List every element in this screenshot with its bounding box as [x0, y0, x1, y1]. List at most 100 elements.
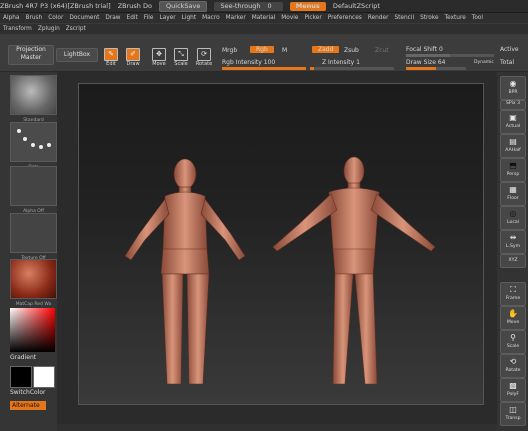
- rotate-button[interactable]: ⟳ Rotate: [195, 47, 213, 69]
- primary-color-swatch[interactable]: [10, 366, 32, 388]
- lsym-button[interactable]: ⇹ L.Sym: [500, 230, 526, 254]
- aahalf-button[interactable]: ▤ AAHalf: [500, 134, 526, 158]
- transp-button[interactable]: ◫ Transp: [500, 402, 526, 426]
- z-intensity-label: Z Intensity: [322, 59, 355, 66]
- menus-button[interactable]: Menus: [289, 2, 326, 11]
- move-label: Move: [152, 61, 166, 67]
- rgb-intensity-fill: [222, 67, 306, 70]
- floor-label: Floor: [507, 196, 519, 201]
- draw-size-track[interactable]: [406, 67, 466, 70]
- bpr-icon: ◉: [509, 79, 517, 88]
- rgb-intensity-track[interactable]: [222, 67, 306, 70]
- polyf-button[interactable]: ▩ PolyF: [500, 378, 526, 402]
- menu-tool[interactable]: Tool: [472, 15, 483, 21]
- floor-button[interactable]: ▦ Floor: [500, 182, 526, 206]
- frame-button[interactable]: ⛶ Frame: [500, 282, 526, 306]
- menu-file[interactable]: File: [144, 15, 154, 21]
- material-label: MatCap Red Wa: [15, 302, 52, 307]
- menu-draw[interactable]: Draw: [105, 15, 120, 21]
- move-view-button[interactable]: ✋ Move: [500, 306, 526, 330]
- menu-texture[interactable]: Texture: [445, 15, 466, 21]
- projection-master-button[interactable]: Projection Master: [8, 45, 54, 65]
- color-picker[interactable]: [10, 308, 55, 352]
- dynamic-button[interactable]: Dynamic: [474, 60, 494, 65]
- menu-transform[interactable]: Transform: [3, 26, 32, 32]
- z-intensity-value: 1: [356, 59, 360, 66]
- transp-label: Transp: [505, 416, 521, 421]
- menu-movie[interactable]: Movie: [281, 15, 298, 21]
- z-intensity-track[interactable]: [310, 67, 394, 70]
- menu-zplugin[interactable]: Zplugin: [38, 26, 60, 32]
- rotate-view-button[interactable]: ⟲ Rotate: [500, 354, 526, 378]
- spix-label: SPix: [506, 101, 516, 106]
- m-button[interactable]: M: [282, 47, 287, 54]
- secondary-color-swatch[interactable]: [33, 366, 55, 388]
- edit-label: Edit: [106, 61, 116, 67]
- local-button[interactable]: ◎ Local: [500, 206, 526, 230]
- menu-brush[interactable]: Brush: [25, 15, 42, 21]
- xyz-button[interactable]: XYZ: [500, 254, 526, 268]
- quicksave-button[interactable]: QuickSave: [159, 1, 208, 12]
- aahalf-icon: ▤: [509, 137, 517, 146]
- persp-button[interactable]: ⬒ Persp: [500, 158, 526, 182]
- draw-size-fill: [406, 67, 436, 70]
- default-script-button[interactable]: DefaultZScript: [333, 2, 380, 10]
- local-label: Local: [507, 220, 519, 225]
- dots-stroke-icon: [17, 129, 51, 149]
- menu-edit[interactable]: Edit: [127, 15, 138, 21]
- draw-button[interactable]: ✐ Draw: [124, 47, 142, 69]
- figure-models: [124, 156, 436, 385]
- menu-macro[interactable]: Macro: [202, 15, 220, 21]
- menu-light[interactable]: Light: [182, 15, 196, 21]
- rgb-button[interactable]: Rgb: [250, 46, 274, 53]
- brush-thumbnail[interactable]: Standard: [10, 75, 57, 123]
- menu-marker[interactable]: Marker: [226, 15, 246, 21]
- stroke-thumbnail[interactable]: Dots: [10, 122, 57, 170]
- see-through-slider[interactable]: See-through 0: [214, 2, 283, 11]
- rotate-view-label: Rotate: [505, 368, 521, 373]
- gradient-label[interactable]: Gradient: [10, 354, 55, 362]
- menu-alpha[interactable]: Alpha: [3, 15, 19, 21]
- menu-stroke[interactable]: Stroke: [420, 15, 438, 21]
- actual-label: Actual: [505, 124, 521, 129]
- menu-layer[interactable]: Layer: [159, 15, 175, 21]
- spix-slider[interactable]: SPix 3: [500, 100, 526, 110]
- scale-view-button[interactable]: ⚲ Scale: [500, 330, 526, 354]
- menu-document[interactable]: Document: [69, 15, 99, 21]
- menu-preferences[interactable]: Preferences: [328, 15, 362, 21]
- menu-zscript[interactable]: Zscript: [66, 26, 86, 32]
- menu-stencil[interactable]: Stencil: [394, 15, 414, 21]
- scale-button[interactable]: ⤡ Scale: [172, 47, 190, 69]
- alternate-button[interactable]: Alternate: [10, 401, 46, 410]
- material-thumbnail[interactable]: MatCap Red Wa: [10, 259, 57, 307]
- z-intensity-slider[interactable]: Z Intensity 1: [322, 59, 360, 66]
- menu-color[interactable]: Color: [48, 15, 63, 21]
- draw-size-slider[interactable]: Draw Size 64: [406, 59, 445, 66]
- rotate-label: Rotate: [195, 61, 213, 67]
- persp-label: Persp: [506, 172, 520, 177]
- menu-render[interactable]: Render: [368, 15, 389, 21]
- total-points-label: Total: [500, 59, 515, 66]
- document-canvas[interactable]: [78, 83, 484, 405]
- bpr-button[interactable]: ◉ BPR: [500, 76, 526, 100]
- menu-material[interactable]: Material: [252, 15, 276, 21]
- zcut-button[interactable]: Zcut: [375, 47, 389, 54]
- zadd-button[interactable]: Zadd: [312, 46, 340, 53]
- mrgb-button[interactable]: Mrgb: [222, 47, 237, 54]
- zsub-button[interactable]: Zsub: [344, 47, 359, 54]
- lightbox-button[interactable]: LightBox: [56, 48, 98, 62]
- focal-shift-track[interactable]: [406, 54, 494, 57]
- switch-color-button[interactable]: SwitchColor: [10, 389, 55, 397]
- aahalf-label: AAHalf: [505, 148, 521, 153]
- actual-button[interactable]: ▣ Actual: [500, 110, 526, 134]
- texture-thumbnail[interactable]: Texture Off: [10, 213, 57, 261]
- edit-button[interactable]: ✎ Edit: [102, 47, 120, 69]
- alpha-thumbnail[interactable]: Alpha Off: [10, 166, 57, 214]
- rgb-intensity-slider[interactable]: Rgb Intensity 100: [222, 59, 275, 66]
- sculpted-figure: [272, 156, 436, 385]
- edit-icon: ✎: [104, 48, 118, 61]
- menu-picker[interactable]: Picker: [304, 15, 321, 21]
- scale-label: Scale: [174, 61, 188, 67]
- move-button[interactable]: ✥ Move: [150, 47, 168, 69]
- focal-shift-slider[interactable]: Focal Shift 0: [406, 46, 443, 53]
